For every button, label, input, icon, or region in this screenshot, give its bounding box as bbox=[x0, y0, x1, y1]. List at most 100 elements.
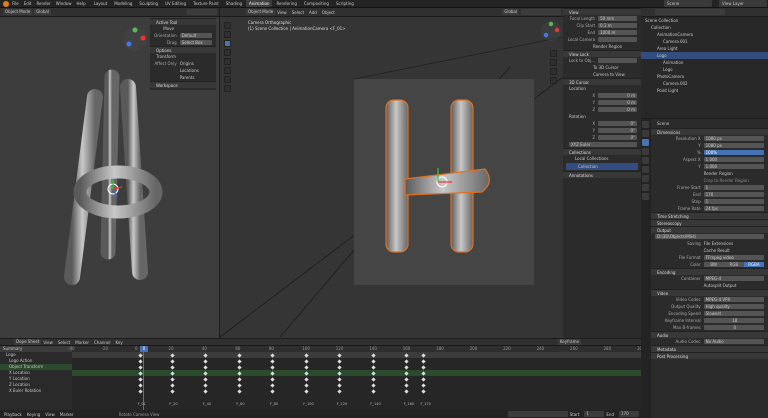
keyframe-diamond[interactable] bbox=[170, 358, 175, 364]
mid-menu-add[interactable]: Add bbox=[309, 10, 317, 15]
frame-end-field[interactable]: 170 bbox=[703, 192, 764, 197]
keyframe-diamond[interactable] bbox=[237, 376, 242, 382]
rot-field-y[interactable]: 0° bbox=[598, 128, 637, 133]
keyframe-marker-label[interactable]: F_100 bbox=[303, 402, 313, 406]
keyframe-marker-label[interactable]: F_120 bbox=[337, 402, 347, 406]
end-field[interactable]: 170 bbox=[619, 411, 639, 417]
dope-menu-channel[interactable]: Channel bbox=[94, 340, 110, 345]
object-tab-icon[interactable] bbox=[642, 175, 649, 182]
3d-cursor-header[interactable]: 3D Cursor bbox=[563, 78, 641, 85]
loc-field-z[interactable]: 0 m bbox=[598, 107, 637, 112]
outliner-item[interactable]: PhotoCamera bbox=[641, 73, 768, 80]
video-header[interactable]: Video bbox=[651, 289, 768, 296]
keyframe-diamond[interactable] bbox=[404, 364, 409, 370]
scene-tab-icon[interactable] bbox=[642, 157, 649, 164]
world-tab-icon[interactable] bbox=[642, 166, 649, 173]
keyframe-diamond[interactable] bbox=[170, 364, 175, 370]
keyframe-diamond[interactable] bbox=[270, 364, 275, 370]
dope-menu-view[interactable]: View bbox=[43, 340, 53, 345]
audio-codec-field[interactable]: No Audio bbox=[703, 339, 764, 344]
workspace-tab-texture-paint[interactable]: Texture Paint bbox=[190, 0, 222, 7]
zoom-icon[interactable] bbox=[549, 50, 557, 57]
workspace-tab-shading[interactable]: Shading bbox=[223, 0, 245, 7]
keyframe-diamond[interactable] bbox=[304, 382, 309, 388]
outliner-search[interactable] bbox=[655, 9, 725, 15]
outliner-item[interactable]: Camera.002 bbox=[641, 80, 768, 87]
left-mode-select[interactable]: Object Mode bbox=[3, 9, 33, 15]
mid-menu-select[interactable]: Select bbox=[292, 10, 304, 15]
keyframe-diamond[interactable] bbox=[371, 382, 376, 388]
render-region-checkbox[interactable]: Render Region bbox=[563, 43, 641, 50]
workspace-header[interactable]: Workspace bbox=[150, 81, 216, 88]
keyframe-marker-label[interactable]: F_01 bbox=[138, 402, 146, 406]
keyframe-diamond[interactable] bbox=[203, 358, 208, 364]
keyframe-diamond[interactable] bbox=[421, 364, 426, 370]
camera-viewport[interactable]: Object Mode View Select Add Object Global C… bbox=[220, 8, 563, 338]
scene-selector[interactable]: Scene bbox=[664, 0, 712, 7]
keyframe-marker-label[interactable]: F_40 bbox=[203, 402, 211, 406]
keyframe-diamond[interactable] bbox=[337, 364, 342, 370]
keyframe-interval-field[interactable]: 18 bbox=[703, 318, 764, 323]
keyframe-diamond[interactable] bbox=[371, 376, 376, 382]
codec-field[interactable]: MPEG-4 VPX bbox=[703, 297, 764, 302]
keyframe-marker-label[interactable]: F_20 bbox=[169, 402, 177, 406]
file-ext-checkbox[interactable]: File Extensions bbox=[704, 240, 734, 247]
time-stretching-header[interactable]: Time Stretching bbox=[651, 212, 768, 219]
keyframe-diamond[interactable] bbox=[270, 382, 275, 388]
render-tab-icon[interactable] bbox=[642, 130, 649, 137]
keyframe-diamond[interactable] bbox=[421, 388, 426, 394]
keyframe-diamond[interactable] bbox=[371, 358, 376, 364]
rot-field-z[interactable]: 0° bbox=[598, 135, 637, 140]
view-lock-header[interactable]: View Lock bbox=[563, 50, 641, 57]
keyframe-diamond[interactable] bbox=[203, 388, 208, 394]
perspective-icon[interactable] bbox=[549, 77, 557, 84]
dimensions-header[interactable]: Dimensions bbox=[651, 128, 768, 135]
start-field[interactable]: 1 bbox=[584, 411, 605, 417]
lock-obj-field[interactable] bbox=[598, 58, 637, 63]
frame-start-field[interactable]: 1 bbox=[703, 185, 764, 190]
keyframe-diamond[interactable] bbox=[421, 358, 426, 364]
outliner-item[interactable]: Camera.001 bbox=[641, 38, 768, 45]
annotations-header[interactable]: Annotations bbox=[563, 171, 641, 178]
workspace-tab-rendering[interactable]: Rendering bbox=[273, 0, 299, 7]
frame-step-field[interactable]: 1 bbox=[703, 199, 764, 204]
keyframe-diamond[interactable] bbox=[404, 382, 409, 388]
outliner-item[interactable]: Logo bbox=[641, 66, 768, 73]
keyframe-marker-label[interactable]: F_140 bbox=[370, 402, 380, 406]
local-camera-field[interactable] bbox=[598, 37, 637, 42]
camera-view-icon[interactable] bbox=[549, 68, 557, 75]
keyframe-diamond[interactable] bbox=[337, 358, 342, 364]
crop-checkbox[interactable]: Crop to Render Region bbox=[704, 177, 749, 184]
keyframe-diamond[interactable] bbox=[203, 364, 208, 370]
res-x-field[interactable]: 1080 px bbox=[703, 136, 764, 141]
keyframe-diamond[interactable] bbox=[237, 364, 242, 370]
orientation-field[interactable]: Default bbox=[179, 33, 212, 38]
color-bw[interactable]: BW bbox=[703, 262, 724, 267]
keyframe-diamond[interactable] bbox=[170, 376, 175, 382]
keyframe-diamond[interactable] bbox=[203, 376, 208, 382]
max-bframes-field[interactable]: 0 bbox=[703, 325, 764, 330]
keyframe-diamond[interactable] bbox=[203, 382, 208, 388]
keyframe-diamond[interactable] bbox=[337, 388, 342, 394]
outliner-root[interactable]: Scene Collection bbox=[641, 17, 768, 24]
container-field[interactable]: MPEG-4 bbox=[703, 276, 764, 281]
status-menu-view[interactable]: View bbox=[45, 412, 55, 417]
keyframe-diamond[interactable] bbox=[337, 382, 342, 388]
keyframe-diamond[interactable] bbox=[270, 358, 275, 364]
menu-render[interactable]: Render bbox=[36, 1, 50, 6]
dope-sheet[interactable]: Dope Sheet View Select Marker Channel Key Ke… bbox=[0, 339, 641, 418]
left-3d-viewport[interactable]: Object Mode Global Active Tool Move Orie… bbox=[0, 8, 219, 338]
outliner-item[interactable]: Logo bbox=[641, 52, 768, 59]
playhead[interactable]: 0 bbox=[140, 346, 148, 410]
active-tool-header[interactable]: Active Tool bbox=[150, 18, 216, 25]
keyframe-diamond[interactable] bbox=[421, 382, 426, 388]
output-header[interactable]: Output bbox=[651, 226, 768, 233]
stereoscopy-header[interactable]: Stereoscopy bbox=[651, 219, 768, 226]
rot-field-x[interactable]: 0° bbox=[598, 121, 637, 126]
dope-menu-key[interactable]: Key bbox=[115, 340, 122, 345]
collection-item[interactable]: Collection bbox=[566, 163, 638, 170]
mid-orientation[interactable]: Global bbox=[502, 9, 519, 15]
post-processing-header[interactable]: Post Processing bbox=[651, 352, 768, 359]
keyframe-diamond[interactable] bbox=[404, 388, 409, 394]
workspace-tab-sculpting[interactable]: Sculpting bbox=[136, 0, 161, 7]
